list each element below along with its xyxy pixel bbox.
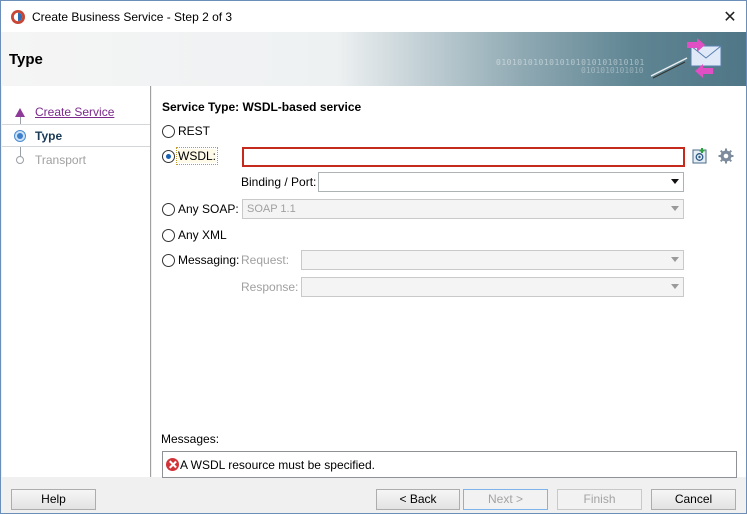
step-label-type: Type (35, 129, 63, 143)
messaging-label[interactable]: Messaging: (178, 253, 239, 267)
step-label-transport: Transport (35, 153, 86, 167)
response-select[interactable] (301, 277, 684, 297)
error-icon (166, 458, 179, 471)
wizard-header: Type 0101010101010101010101010101 010101… (1, 32, 746, 86)
request-label: Request: (241, 253, 290, 267)
close-icon[interactable]: ✕ (714, 1, 746, 32)
request-select[interactable] (301, 250, 684, 270)
create-business-service-dialog: Create Business Service - Step 2 of 3 ✕ … (0, 0, 747, 514)
finish-button[interactable]: Finish (557, 489, 642, 510)
window-title: Create Business Service - Step 2 of 3 (32, 10, 233, 24)
cancel-button[interactable]: Cancel (651, 489, 736, 510)
help-button[interactable]: Help (11, 489, 96, 510)
messages-panel: A WSDL resource must be specified. (162, 451, 737, 478)
step-pending-icon (14, 154, 26, 166)
step-transport[interactable]: Transport (2, 149, 150, 171)
response-label: Response: (241, 280, 299, 294)
browse-wsdl-icon[interactable] (691, 147, 709, 165)
wizard-content: Service Type: WSDL-based service REST WS… (152, 86, 746, 478)
messaging-radio[interactable] (162, 254, 175, 267)
binding-port-label: Binding / Port: (241, 175, 317, 189)
wizard-steps-panel: Create Service Type Transport (2, 86, 151, 477)
step-current-icon (14, 130, 26, 142)
soap-version-value: SOAP 1.1 (247, 203, 296, 215)
page-title: Type (9, 51, 43, 68)
any-xml-label[interactable]: Any XML (178, 228, 227, 242)
chevron-down-icon (671, 257, 679, 262)
chevron-down-icon (671, 179, 679, 184)
wsdl-radio[interactable] (162, 150, 175, 163)
step-type[interactable]: Type (2, 124, 150, 147)
any-xml-radio[interactable] (162, 229, 175, 242)
wsdl-label[interactable]: WSDL: (175, 147, 219, 165)
button-bar: Help < Back Next > Finish Cancel (1, 478, 746, 513)
error-message: A WSDL resource must be specified. (180, 458, 375, 472)
back-button[interactable]: < Back (376, 489, 460, 510)
any-soap-label[interactable]: Any SOAP: (178, 202, 239, 216)
title-bar[interactable]: Create Business Service - Step 2 of 3 ✕ (1, 1, 746, 32)
step-label-create-service[interactable]: Create Service (35, 105, 114, 119)
step-create-service[interactable]: Create Service (2, 101, 150, 123)
any-soap-radio[interactable] (162, 203, 175, 216)
next-button[interactable]: Next > (463, 489, 548, 510)
rest-label[interactable]: REST (178, 124, 210, 138)
step-visited-icon (14, 106, 26, 118)
soap-version-select[interactable]: SOAP 1.1 (242, 199, 684, 219)
binding-port-select[interactable] (318, 172, 684, 192)
messages-label: Messages: (161, 432, 220, 446)
service-type-heading: Service Type: WSDL-based service (162, 100, 362, 114)
gear-icon[interactable] (717, 147, 735, 165)
binary-decoration-2: 0101010101010 (581, 66, 644, 75)
rest-radio[interactable] (162, 125, 175, 138)
wsdl-input[interactable] (242, 147, 685, 167)
chevron-down-icon (671, 284, 679, 289)
oracle-app-icon (10, 9, 26, 25)
envelope-arrows-icon (647, 36, 727, 82)
chevron-down-icon (671, 206, 679, 211)
